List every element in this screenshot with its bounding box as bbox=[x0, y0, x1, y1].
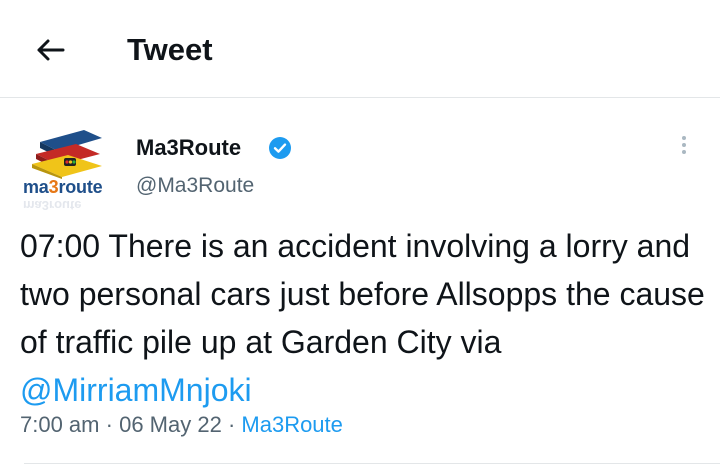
tweet-header: Tweet bbox=[0, 0, 720, 97]
page-title: Tweet bbox=[127, 32, 213, 67]
author-handle[interactable]: @Ma3Route bbox=[136, 172, 254, 200]
meta-separator: · bbox=[105, 412, 113, 437]
footer-divider bbox=[24, 463, 720, 464]
tweet-source-link[interactable]: Ma3Route bbox=[241, 412, 343, 437]
more-options-button[interactable] bbox=[672, 133, 696, 163]
tweet-time: 7:00 am bbox=[20, 412, 100, 437]
mention-link[interactable]: @MirriamMnjoki bbox=[20, 372, 252, 408]
back-button[interactable] bbox=[30, 30, 70, 70]
tweet-metadata: 7:00 am · 06 May 22 · Ma3Route bbox=[20, 409, 343, 441]
tweet-text: 07:00 There is an accident involving a l… bbox=[20, 222, 710, 414]
avatar-wordmark: ma3route bbox=[23, 177, 103, 197]
tweet-date: 06 May 22 bbox=[119, 412, 222, 437]
avatar[interactable]: ma3route ma3route bbox=[18, 124, 118, 213]
arrow-left-icon bbox=[37, 39, 65, 61]
meta-separator: · bbox=[227, 412, 236, 437]
author-display-name[interactable]: Ma3Route bbox=[136, 134, 241, 162]
more-vertical-icon bbox=[672, 136, 696, 154]
header-divider bbox=[0, 97, 720, 98]
avatar-wordmark-reflection: ma3route bbox=[23, 198, 82, 213]
verified-badge-icon bbox=[269, 137, 291, 159]
tweet-body: 07:00 There is an accident involving a l… bbox=[20, 228, 705, 360]
ma3route-logo-icon bbox=[32, 130, 102, 179]
